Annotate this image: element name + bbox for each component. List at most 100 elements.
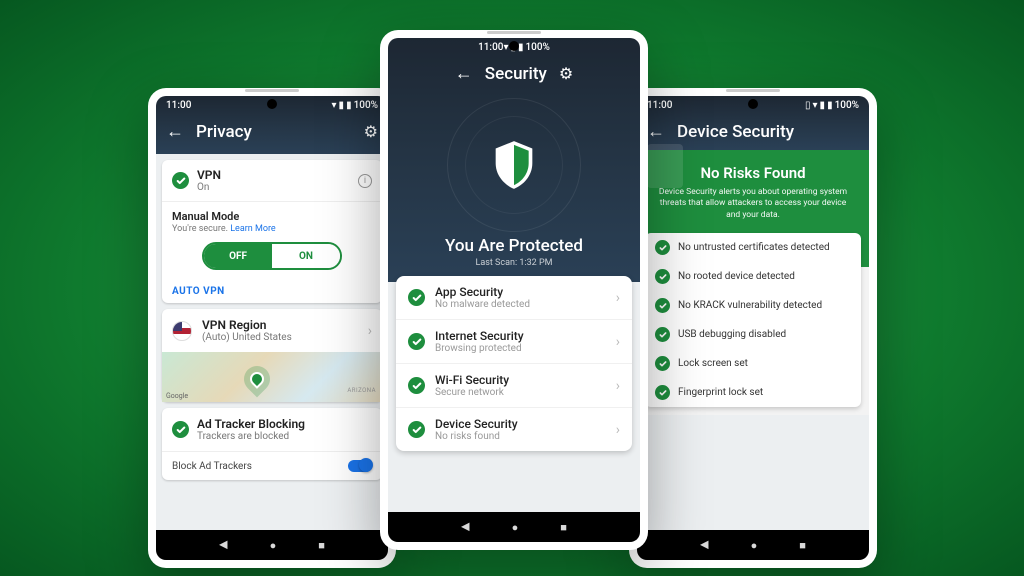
vpn-toggle[interactable]: OFF ON (202, 242, 342, 270)
risk-item: No KRACK vulnerability detected (645, 291, 861, 320)
risk-item: USB debugging disabled (645, 320, 861, 349)
settings-icon[interactable]: ⚙ (364, 122, 378, 141)
check-icon (408, 333, 425, 350)
back-button[interactable]: ← (455, 63, 473, 84)
risk-item: No untrusted certificates detected (645, 233, 861, 262)
risk-label: Lock screen set (678, 358, 748, 369)
region-card: VPN Region (Auto) United States › Google… (162, 309, 382, 402)
nav-recent-button[interactable]: ■ (799, 539, 806, 552)
flag-icon (172, 321, 192, 341)
chevron-right-icon: › (616, 378, 620, 394)
region-map[interactable]: Google ARIZONA (162, 352, 382, 402)
back-button[interactable]: ← (166, 121, 184, 142)
shield-ring (439, 90, 589, 240)
vpn-region-row[interactable]: VPN Region (Auto) United States › (162, 309, 382, 352)
ad-text: Ad Tracker Blocking Trackers are blocked (197, 417, 372, 442)
status-time: 11:00 (478, 42, 503, 53)
toggle-on[interactable]: ON (272, 244, 340, 268)
check-icon (408, 421, 425, 438)
last-scan-label: Last Scan: 1:32 PM (475, 258, 552, 268)
check-icon (172, 172, 189, 189)
status-time: 11:00 (647, 100, 672, 111)
vpn-status-row[interactable]: VPN On i (162, 160, 382, 202)
row-title: Wi-Fi Security (435, 373, 606, 387)
wifi-icon: ▾ (332, 100, 337, 111)
row-text: App Security No malware detected (435, 285, 606, 310)
battery-percent: 100% (526, 42, 550, 53)
settings-icon[interactable]: ⚙ (559, 64, 573, 83)
row-title: App Security (435, 285, 606, 299)
vpn-text: VPN On (197, 168, 350, 193)
risk-label: No rooted device detected (678, 271, 795, 282)
android-navbar: ▶ ● ■ (388, 512, 640, 542)
battery-icon: ▮ (346, 100, 352, 111)
risk-item: Fingerprint lock set (645, 378, 861, 407)
row-text: Device Security No risks found (435, 417, 606, 442)
nav-back-button[interactable]: ▶ (700, 539, 708, 552)
ad-tracker-row[interactable]: Ad Tracker Blocking Trackers are blocked (162, 408, 382, 451)
ad-sub: Trackers are blocked (197, 431, 372, 442)
camera-dot (509, 41, 519, 51)
nav-home-button[interactable]: ● (270, 539, 277, 552)
info-icon[interactable]: i (358, 174, 372, 188)
internet-security-row[interactable]: Internet Security Browsing protected › (396, 320, 632, 364)
manual-mode-sub: You're secure. Learn More (172, 224, 372, 234)
page-title: Security (485, 64, 547, 84)
nav-home-button[interactable]: ● (751, 539, 758, 552)
battery-icon: ▮ (827, 100, 833, 111)
shield-icon (492, 139, 536, 191)
check-icon (172, 421, 189, 438)
check-icon (655, 240, 670, 255)
nav-back-button[interactable]: ▶ (461, 521, 469, 534)
nav-back-button[interactable]: ▶ (219, 539, 227, 552)
signal-icon: ▮ (820, 100, 826, 111)
wifi-icon: ▾ (813, 100, 818, 111)
auto-vpn-label[interactable]: AUTO VPN (162, 280, 382, 303)
camera-dot (748, 99, 758, 109)
header-dark-area: 11:00 ▾ ▮ ▮ 100% ← Security ⚙ You Are (388, 38, 640, 282)
wifi-icon: ▾ (503, 42, 508, 53)
page-title: Device Security (677, 122, 859, 142)
android-navbar: ▶ ● ■ (156, 530, 388, 560)
region-sub: (Auto) United States (202, 332, 358, 343)
check-icon (408, 289, 425, 306)
ad-tracker-card: Ad Tracker Blocking Trackers are blocked… (162, 408, 382, 480)
app-security-row[interactable]: App Security No malware detected › (396, 276, 632, 320)
block-label: Block Ad Trackers (172, 461, 252, 472)
no-risks-sub: Device Security alerts you about operati… (653, 187, 853, 221)
row-text: Internet Security Browsing protected (435, 329, 606, 354)
screen-security: 11:00 ▾ ▮ ▮ 100% ← Security ⚙ You Are (388, 38, 640, 542)
risk-item: Lock screen set (645, 349, 861, 378)
nav-recent-button[interactable]: ■ (318, 539, 325, 552)
risk-label: No untrusted certificates detected (678, 242, 830, 253)
map-state-label: ARIZONA (347, 387, 376, 394)
row-sub: No malware detected (435, 299, 606, 310)
nav-home-button[interactable]: ● (512, 521, 519, 534)
vibrate-icon: ▯ (805, 100, 811, 111)
block-ad-trackers-row: Block Ad Trackers (162, 451, 382, 480)
page-title: Privacy (196, 122, 352, 142)
status-right: ▯ ▾ ▮ ▮ 100% (805, 100, 859, 111)
ad-title: Ad Tracker Blocking (197, 417, 372, 431)
manual-mode-title: Manual Mode (172, 210, 372, 223)
wifi-security-row[interactable]: Wi-Fi Security Secure network › (396, 364, 632, 408)
chevron-right-icon: › (368, 323, 372, 339)
battery-percent: 100% (354, 100, 378, 111)
risk-label: Fingerprint lock set (678, 387, 763, 398)
speaker-slot (245, 89, 299, 92)
device-security-row[interactable]: Device Security No risks found › (396, 408, 632, 451)
toggle-off[interactable]: OFF (204, 244, 272, 268)
manual-mode-section: Manual Mode You're secure. Learn More OF… (162, 202, 382, 280)
learn-more-link[interactable]: Learn More (230, 224, 276, 234)
nav-recent-button[interactable]: ■ (560, 521, 567, 534)
region-text: VPN Region (Auto) United States (202, 318, 358, 343)
row-title: Device Security (435, 417, 606, 431)
phone-frame-device-security: 11:00 ▯ ▾ ▮ ▮ 100% ← Device Security No … (629, 88, 877, 568)
phone-frame-privacy: 11:00 ▾ ▮ ▮ 100% ← Privacy ⚙ VPN (148, 88, 396, 568)
back-button[interactable]: ← (647, 121, 665, 142)
risk-label: No KRACK vulnerability detected (678, 300, 822, 311)
manual-sub-text: You're secure. (172, 224, 228, 234)
check-icon (655, 385, 670, 400)
block-switch[interactable] (348, 460, 372, 472)
row-sub: Browsing protected (435, 343, 606, 354)
